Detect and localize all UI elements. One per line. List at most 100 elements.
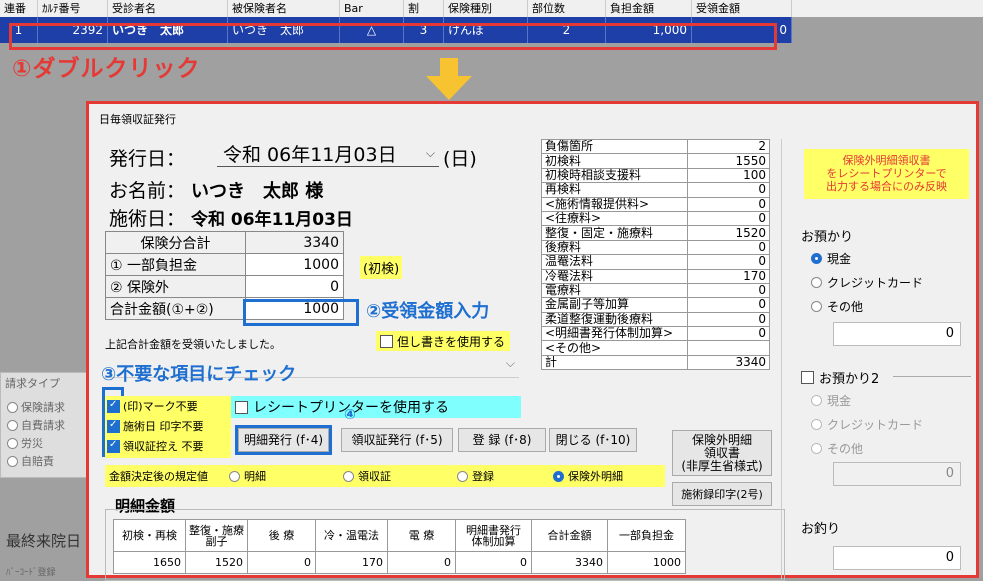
receipt-issue-button[interactable]: 領収証発行 (f･5) bbox=[341, 428, 453, 452]
fee-name: <往療料> bbox=[541, 210, 688, 227]
option-mark[interactable]: (印)マーク不要 bbox=[105, 396, 231, 416]
dialog-title: 日毎領収証発行 bbox=[99, 113, 176, 126]
fee-value: 0 bbox=[687, 182, 770, 198]
option-copy[interactable]: 領収証控え 不要 bbox=[105, 436, 231, 456]
checkbox-icon bbox=[107, 419, 120, 433]
chevron-down-icon: ⌵ bbox=[425, 146, 435, 160]
checkbox-icon bbox=[107, 439, 120, 453]
default-option[interactable]: 登録 bbox=[457, 468, 553, 484]
deposit-amount-input[interactable]: 0 bbox=[833, 322, 961, 346]
claim-option[interactable]: 労災 bbox=[7, 435, 43, 451]
default-option[interactable]: 領収証 bbox=[343, 468, 457, 484]
noninsurance-receipt-button[interactable]: 保険外明細 領収書 (非厚生省様式) bbox=[672, 430, 772, 476]
receipt-dialog: 日毎領収証発行 発行日： 令和 06年11月03日 ⌵ (日) お名前： いつき… bbox=[86, 101, 979, 581]
deposit-option[interactable]: その他 bbox=[811, 298, 863, 315]
down-arrow-icon bbox=[426, 58, 472, 100]
deposit-label: お預かり bbox=[801, 230, 854, 245]
deposit-option-selected[interactable]: 現金 bbox=[811, 250, 851, 267]
treat-date-value: 令和 06年11月03日 bbox=[191, 210, 353, 230]
close-button[interactable]: 閉じる (f･10) bbox=[549, 428, 637, 452]
fee-value: 0 bbox=[687, 196, 770, 212]
row-callout bbox=[9, 23, 777, 50]
change-label: お釣り bbox=[801, 522, 841, 537]
register-button[interactable]: 登 録 (f･8) bbox=[458, 428, 546, 452]
grid-value: 170 bbox=[315, 551, 388, 574]
claim-option-label: 自賠責 bbox=[21, 455, 54, 468]
col-header: ｶﾙﾃ番号 bbox=[38, 0, 108, 17]
fee-name: 冷罨法料 bbox=[541, 268, 688, 284]
fee-name: 負傷箇所 bbox=[541, 138, 688, 155]
deposit-option[interactable]: クレジットカード bbox=[811, 274, 923, 291]
col-header: Bar bbox=[340, 0, 404, 17]
default-option-label: 明細 bbox=[244, 470, 266, 483]
fee-name: 初検料 bbox=[541, 153, 688, 169]
option-label: (印)マーク不要 bbox=[123, 400, 198, 413]
deposit2-option-label: その他 bbox=[827, 442, 864, 456]
last-visit-label: 最終来院日 bbox=[6, 532, 82, 550]
deposit2-option: クレジットカード bbox=[811, 416, 923, 433]
claim-option[interactable]: 自賠責 bbox=[7, 453, 54, 469]
issue-date-label: 発行日： bbox=[109, 144, 185, 171]
fee-row: 後療料 0 bbox=[541, 239, 770, 256]
nonins-value[interactable]: 0 bbox=[245, 275, 344, 298]
checkbox-icon bbox=[801, 371, 814, 384]
fee-name: 計 bbox=[541, 354, 688, 371]
grid-header: 冷・温電法 bbox=[315, 519, 388, 552]
issue-date-label-text: 発行日： bbox=[109, 148, 186, 170]
receipt-printer-checkbox[interactable]: レシートプリンターを使用する bbox=[231, 396, 521, 418]
fee-value: 170 bbox=[687, 268, 770, 284]
fee-name: 後療料 bbox=[541, 239, 688, 256]
proviso-checkbox[interactable]: 但し書きを使用する bbox=[376, 331, 510, 351]
fee-value: 0 bbox=[687, 239, 770, 256]
checkbox-icon bbox=[235, 400, 248, 414]
radio-icon bbox=[7, 455, 18, 467]
fee-row: 整復・固定・施療料 1520 bbox=[541, 225, 770, 241]
fee-value: 0 bbox=[687, 311, 770, 328]
deposit2-checkbox[interactable]: お預かり2 bbox=[801, 368, 879, 387]
deposit2-option: その他 bbox=[811, 440, 863, 457]
deposit2-option-label: クレジットカード bbox=[827, 418, 924, 432]
default-option-selected[interactable]: 保険外明細 bbox=[553, 468, 623, 484]
default-option[interactable]: 明細 bbox=[229, 468, 343, 484]
treat-date-label: 施術日： bbox=[109, 208, 186, 230]
print-options: (印)マーク不要 施術日 印字不要 領収証控え 不要 bbox=[105, 396, 231, 458]
part-value[interactable]: 1000 bbox=[245, 253, 344, 276]
deposit2-label: お預かり2 bbox=[819, 372, 880, 387]
noninsurance-notice: 保険外明細領収書 をレシートプリンターで 出力する場合にのみ反映 bbox=[804, 149, 969, 199]
grid-header: 整復・施療 副子 bbox=[185, 519, 248, 552]
part-note: (初検) bbox=[360, 256, 403, 279]
treat-record-print-button[interactable]: 施術録印字(2号) bbox=[672, 482, 772, 506]
radio-icon bbox=[229, 470, 240, 482]
option-label: 領収証控え 不要 bbox=[123, 440, 204, 453]
issue-date-picker[interactable]: 令和 06年11月03日 ⌵ bbox=[217, 141, 439, 167]
default-option-label: 登録 bbox=[472, 470, 494, 483]
radio-icon bbox=[7, 419, 18, 431]
grid-header: 合計金額 bbox=[531, 519, 608, 552]
fee-value: 0 bbox=[687, 326, 770, 342]
chevron-down-icon: ⌵ bbox=[505, 356, 515, 370]
payment-panel bbox=[781, 139, 979, 579]
radio-icon bbox=[7, 437, 18, 449]
annotation-step4: ④ bbox=[344, 407, 356, 423]
claim-option[interactable]: 自費請求 bbox=[7, 417, 65, 433]
fee-name: 温罨法料 bbox=[541, 254, 688, 270]
radio-icon bbox=[811, 419, 822, 430]
col-header: 連番 bbox=[0, 0, 38, 17]
claim-option[interactable]: 保険請求 bbox=[7, 399, 65, 415]
radio-icon bbox=[457, 470, 468, 482]
checkbox-icon bbox=[380, 334, 393, 348]
fee-name: <明細書発行体制加算> bbox=[541, 326, 688, 342]
fee-row: <明細書発行体制加算> 0 bbox=[541, 326, 770, 342]
radio-icon bbox=[811, 277, 822, 288]
col-header: 被保険者名 bbox=[228, 0, 340, 17]
fee-value bbox=[687, 340, 770, 356]
checkbox-icon bbox=[107, 399, 120, 413]
ins-total-label: 保険分合計 bbox=[105, 231, 246, 254]
radio-icon bbox=[811, 443, 822, 454]
fee-row: <往療料> 0 bbox=[541, 210, 770, 227]
radio-icon bbox=[811, 395, 822, 406]
detail-issue-button[interactable]: 明細発行 (f･4) bbox=[238, 428, 329, 452]
fee-name: <その他> bbox=[541, 340, 688, 356]
annotation-check: ③不要な項目にチェック bbox=[101, 364, 297, 385]
option-treat-date[interactable]: 施術日 印字不要 bbox=[105, 416, 231, 436]
